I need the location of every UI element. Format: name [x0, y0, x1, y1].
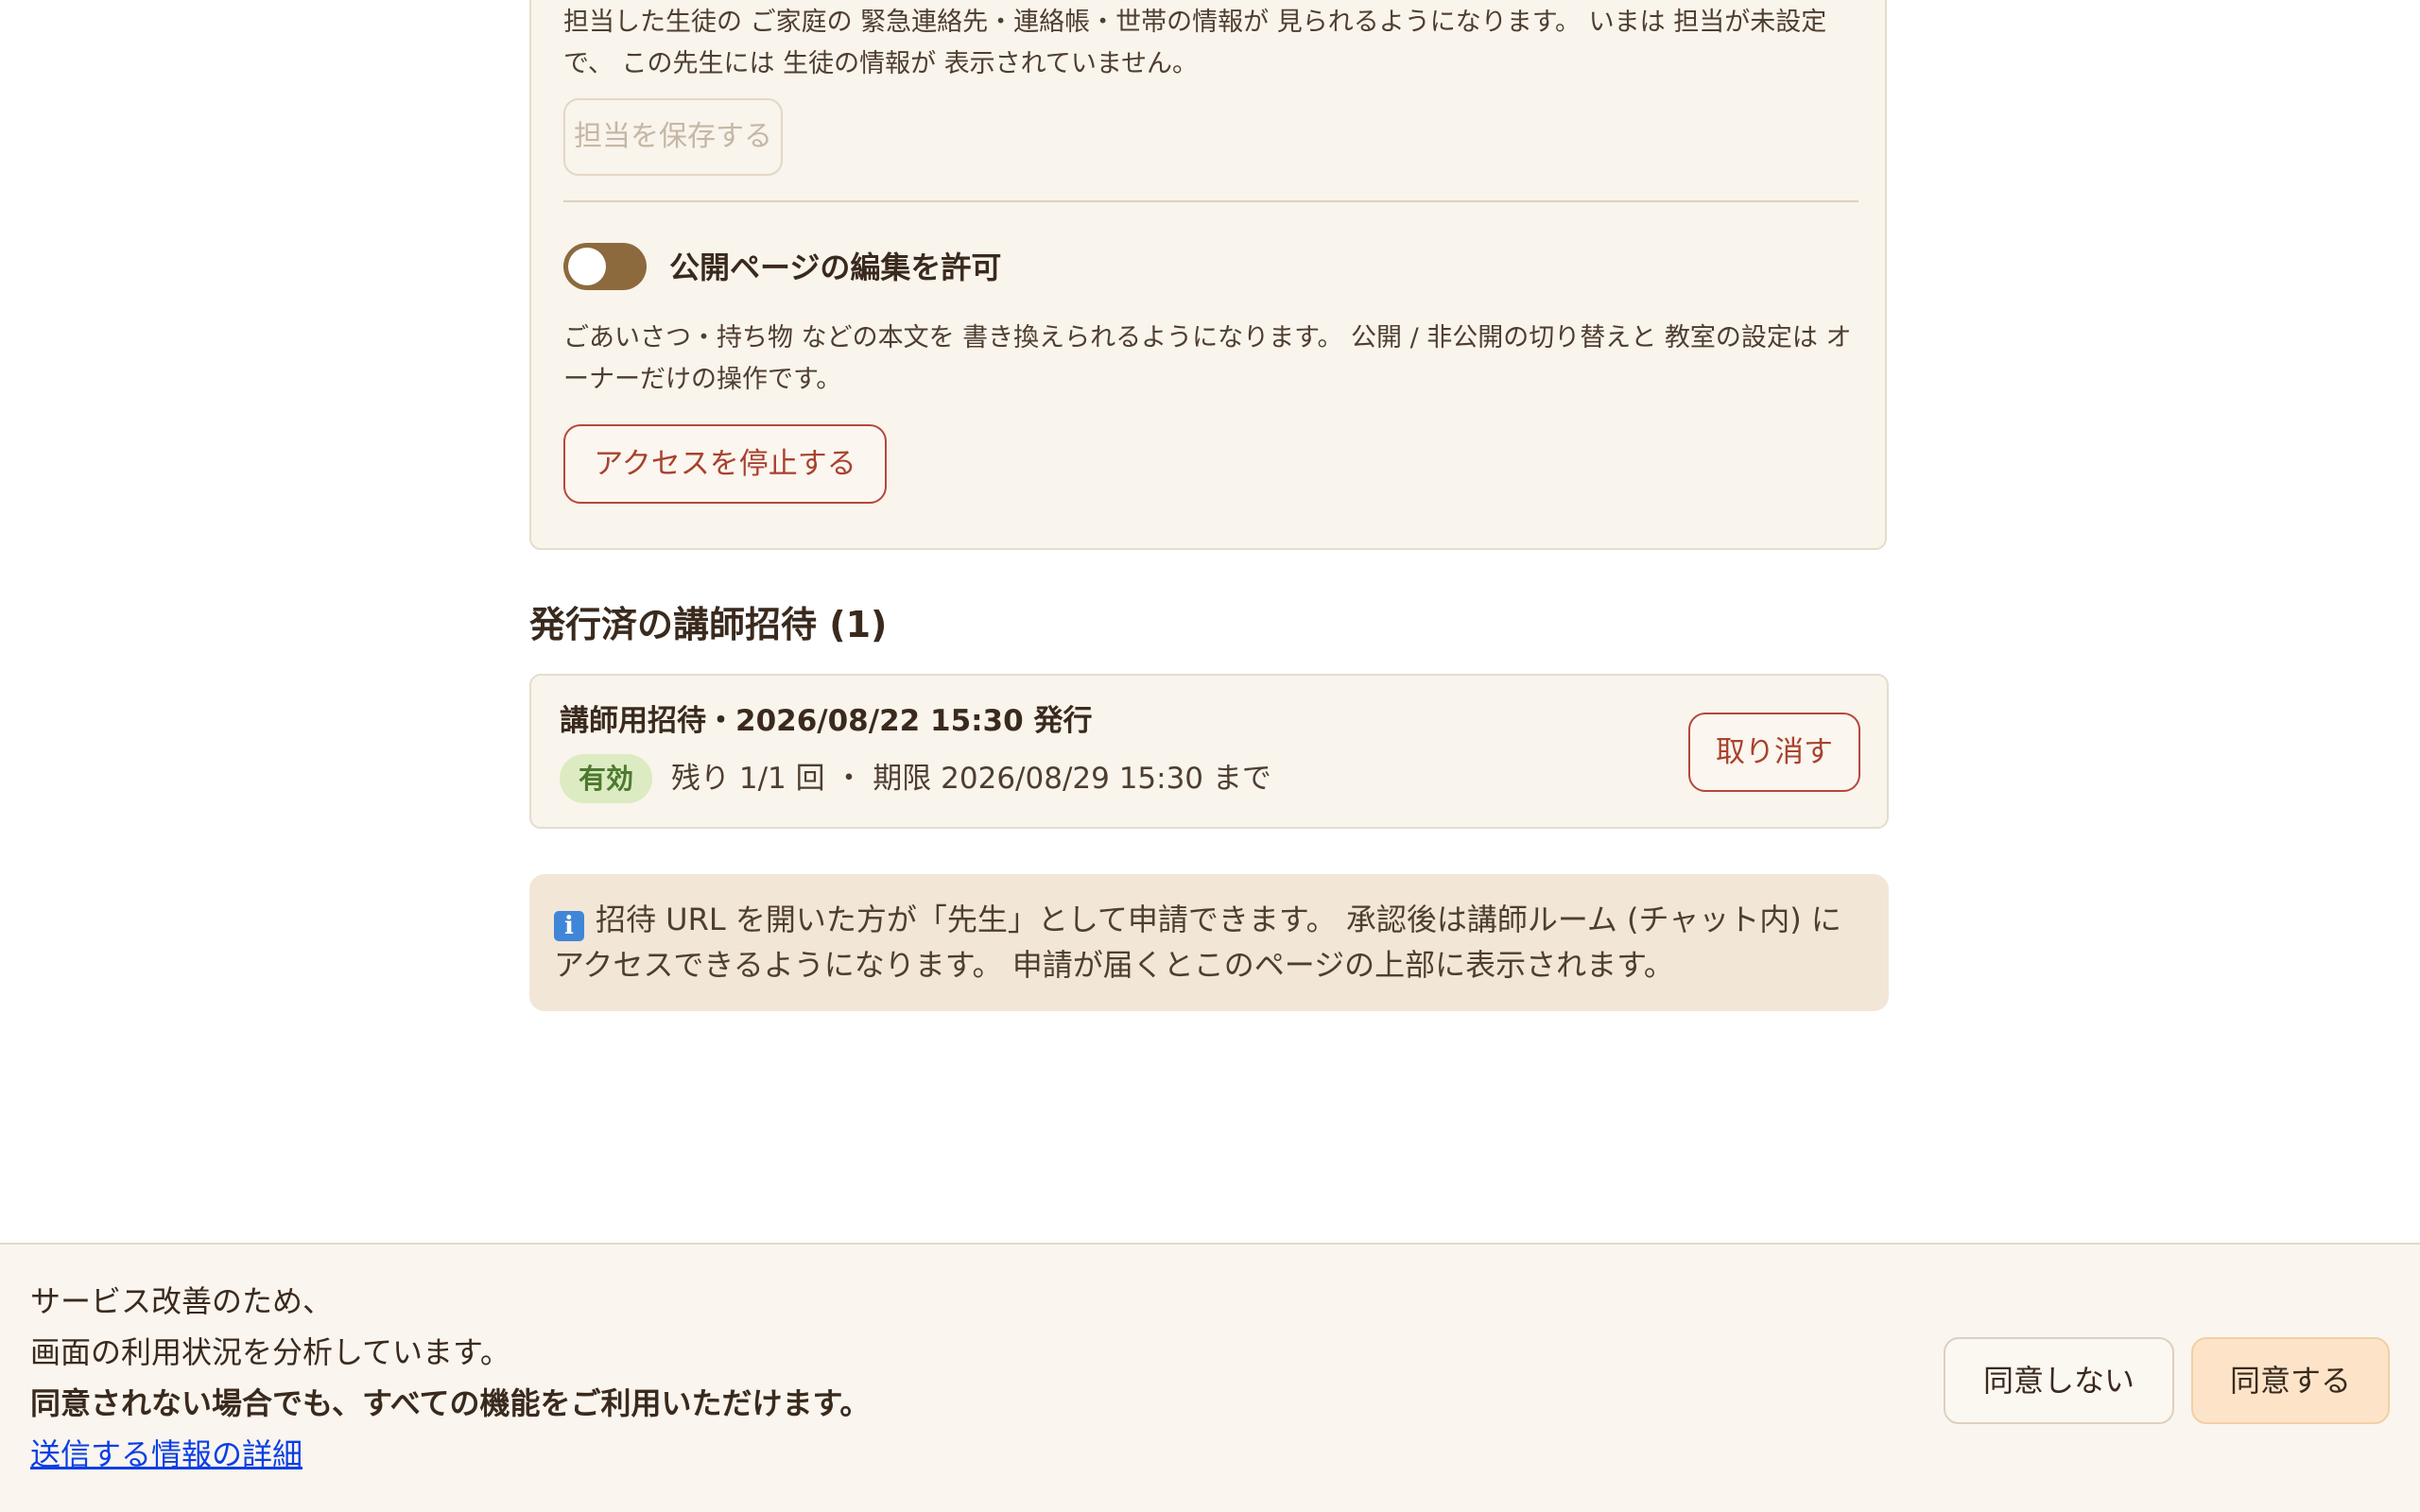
status-badge: 有効 [560, 754, 653, 803]
info-icon: i [554, 911, 584, 941]
info-note-text: 招待 URL を開いた方が「先生」として申請できます。 承認後は講師ルーム (チ… [554, 902, 1841, 983]
edit-permission-toggle[interactable] [563, 243, 647, 290]
consent-banner: サービス改善のため、 画面の利用状況を分析しています。 同意されない場合でも、す… [0, 1243, 2420, 1512]
invite-card: 講師用招待・2026/08/22 15:30 発行 有効 残り 1/1 回 ・ … [529, 674, 1889, 829]
decline-button[interactable]: 同意しない [1944, 1337, 2174, 1424]
info-note-text-wrapper: i 招待 URL を開いた方が「先生」として申請できます。 承認後は講師ルーム (… [554, 902, 1841, 983]
consent-details-link[interactable]: 送信する情報の詳細 [30, 1434, 302, 1475]
edit-permission-label: 公開ページの編集を許可 [669, 249, 1002, 285]
invites-section-title: 発行済の講師招待 (1) [529, 604, 888, 645]
consent-text-line-1: サービス改善のため、 [30, 1283, 334, 1319]
cancel-invite-button[interactable]: 取り消す [1688, 713, 1860, 792]
consent-text-line-2: 画面の利用状況を分析しています。 [30, 1334, 510, 1370]
divider [563, 200, 1858, 202]
toggle-knob [568, 248, 606, 285]
assignment-description: 担当した生徒の ご家庭の 緊急連絡先・連絡帳・世帯の情報が 見られるようになりま… [563, 8, 1827, 78]
invite-title: 講師用招待・2026/08/22 15:30 発行 [560, 704, 1093, 738]
info-note: i 招待 URL を開いた方が「先生」として申請できます。 承認後は講師ルーム (… [529, 874, 1889, 1011]
invite-meta: 残り 1/1 回 ・ 期限 2026/08/29 15:30 まで [671, 762, 1271, 796]
accept-button[interactable]: 同意する [2191, 1337, 2390, 1424]
edit-permission-description: ごあいさつ・持ち物 などの本文を 書き換えられるようになります。 公開 / 非公… [563, 323, 1852, 394]
stop-access-button[interactable]: アクセスを停止する [563, 424, 887, 504]
consent-text-line-3: 同意されない場合でも、すべての機能をご利用いただけます。 [30, 1385, 871, 1421]
save-assignment-button[interactable]: 担当を保存する [563, 98, 783, 176]
teacher-settings-card: 担当した生徒の ご家庭の 緊急連絡先・連絡帳・世帯の情報が 見られるようになりま… [529, 0, 1887, 550]
